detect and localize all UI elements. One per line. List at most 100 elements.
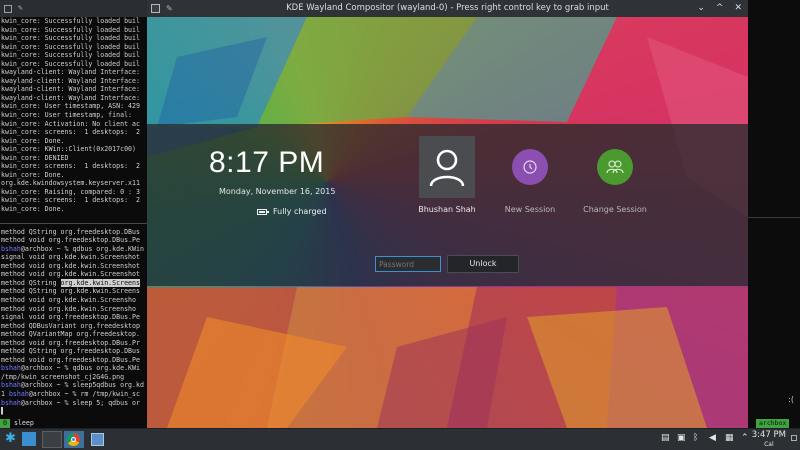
new-session-card[interactable]: New Session [485,136,575,214]
selected-text[interactable]: org.kde.kwin.Screens [60,278,140,287]
right-pane-divider [748,217,800,218]
battery-status: Fully charged [257,207,327,216]
taskbar-date: Cal [764,441,774,448]
close-icon[interactable]: ✕ [734,0,742,17]
prompt-user: bshah [1,244,21,253]
terminal-line: /tmp/kwin_screenshot_cj2G4G.png [1,372,125,381]
battery-status-label: Fully charged [273,207,327,216]
tmux-pane-divider[interactable] [0,222,148,224]
terminal-line: kwayland-client: Wayland Interface: [1,85,140,94]
lock-screen-panel: 8:17 PM Monday, November 16, 2015 Fully … [147,124,748,286]
change-session-label: Change Session [583,205,647,214]
terminal-line: method QString org.freedesktop.DBus [1,227,140,236]
unlock-button[interactable]: Unlock [447,255,519,273]
terminal-line: kwin_core: Activation: No client ac [1,119,140,128]
terminal-line: org.kde.kwindowsystem.keyserver.x11 [1,179,140,188]
bluetooth-icon[interactable]: ᛒ [693,433,702,443]
terminal-line: kwayland-client: Wayland Interface: [1,68,140,77]
change-session-icon [597,149,633,185]
clipboard-icon[interactable]: ▤ [661,433,670,443]
taskbar-clock[interactable]: 3:47 PM Cal [752,430,786,448]
terminal-line: method void org.kde.kwin.Screensho [1,295,136,304]
terminal-line: kwin_core: screens: 1 desktops: 2 [1,196,140,205]
change-session-card[interactable]: Change Session [570,136,660,214]
show-desktop-icon[interactable] [791,435,797,441]
host-tag: archbox [756,419,790,428]
terminal-line: method QString org.freedesktop.DBus [1,347,140,356]
right-terminal-strip[interactable]: :( [748,0,800,428]
system-tray: ▤ ▣ ᛒ ◀ ▦ ⌃ [661,433,750,443]
terminal-line: kwin_core: User timestamp, ASN: 429 [1,102,140,111]
terminal-line: method QDBusVariant org.freedesktop [1,321,140,330]
window-title: KDE Wayland Compositor (wayland-0) - Pre… [286,3,609,13]
terminal-line: method void org.kde.kwin.Screenshot [1,261,140,270]
terminal-line: bshah@archbox ~ % qdbus org.kde.KWin [1,244,144,253]
terminal-line: kwin_core: Successfully loaded buil [1,25,140,34]
terminal-line: signal void org.kde.kwin.Screenshot [1,253,140,262]
terminal-line: method void org.freedesktop.DBus.Pe [1,355,140,364]
lock-date: Monday, November 16, 2015 [219,187,336,196]
tmux-status-bar: 0 sleep [0,419,148,428]
new-session-label: New Session [504,205,556,214]
task-chrome[interactable] [64,431,84,448]
terminal-pane-top[interactable]: kwin_core: Successfully loaded buil kwin_… [0,17,148,214]
terminal-line: method void org.freedesktop.DBus.Pe [1,236,140,245]
tray-expand-icon[interactable]: ⌃ [741,433,750,443]
user-label-bhushan: Bhushan Shah [418,205,476,214]
maximize-icon[interactable]: ^ [716,0,724,17]
change-session-box[interactable] [587,136,643,198]
volume-icon[interactable]: ◀ [709,433,718,443]
kwin-window-icon [91,433,104,446]
lock-clock: 8:17 PM [209,146,325,179]
terminal-pane-bottom[interactable]: method QString org.freedesktop.DBus metho… [0,228,148,416]
desktop-screen: ✎ kwin_core: Successfully loaded buil kwi… [0,0,800,450]
task-terminal[interactable] [42,431,62,448]
password-input[interactable] [375,256,441,272]
device-icon[interactable]: ▣ [677,433,686,443]
app-menu-icon[interactable] [151,4,160,13]
user-avatar-box[interactable] [419,136,475,198]
pager-icon[interactable] [22,432,36,446]
user-card-bhushan[interactable]: Bhushan Shah [402,136,492,214]
terminal-window[interactable]: ✎ kwin_core: Successfully loaded buil kwi… [0,0,148,428]
terminal-line: bshah@archbox ~ % sleep 5; qdbus or [1,398,140,407]
new-session-icon [512,149,548,185]
terminal-line: kwin_core: User timestamp, final: [1,111,136,120]
prompt-user: bshah [8,389,29,398]
terminal-menu-icon[interactable] [4,4,12,13]
terminal-line: kwin_core: Successfully loaded buil [1,42,140,51]
terminal-line: kwin_core: Successfully loaded buil [1,51,140,60]
terminal-line: bshah@archbox ~ % qdbus org.kde.KWi [1,364,140,373]
terminal-line: kwin_core: Successfully loaded buil [1,34,140,43]
terminal-line: kwin_core: Done. [1,205,65,214]
terminal-line: kwayland-client: Wayland Interface: [1,93,140,102]
taskbar: ✱ ▤ ▣ ᛒ ◀ ▦ ⌃ 3:47 PM Cal [0,428,800,450]
pin-icon[interactable]: ✎ [166,0,173,17]
terminal-line: kwin_core: screens: 1 desktops: 2 [1,162,140,171]
terminal-line: kwayland-client: Wayland Interface: [1,76,140,85]
kwin-wayland-window[interactable]: ✎ KDE Wayland Compositor (wayland-0) - P… [147,0,748,428]
new-session-box[interactable] [502,136,558,198]
user-avatar-icon [429,149,465,187]
taskbar-time: 3:47 PM [751,430,786,440]
terminal-line: kwin_core: DENIED [1,153,69,162]
terminal-line: kwin_core: KWin::Client(0x2017c00) [1,145,136,154]
pin-icon[interactable]: ✎ [18,4,23,13]
network-icon[interactable]: ▦ [725,433,734,443]
terminal-line: method QVariantMap org.freedesktop. [1,330,140,339]
task-kwin[interactable] [88,431,108,448]
terminal-line: bshah@archbox ~ % sleep5qdbus org.kd [1,381,144,390]
tmux-window-number[interactable]: 0 [0,419,10,428]
minimize-icon[interactable]: ⌄ [697,0,705,17]
tmux-window-name[interactable]: sleep [14,419,34,427]
terminal-titlebar[interactable]: ✎ [0,0,148,17]
application-launcher-icon[interactable]: ✱ [5,432,19,446]
terminal-line: method QString org.kde.kwin.Screens [1,278,140,287]
terminal-line: method QString org.kde.kwin.Screens [1,287,140,296]
terminal-line: kwin_core: Raising, compared: 0 : 3 [1,187,140,196]
terminal-line: method void org.kde.kwin.Screenshot [1,270,140,279]
status-dots: :( [788,395,794,404]
terminal-line: ▌ [1,407,5,416]
terminal-line: kwin_core: Successfully loaded buil [1,17,140,25]
kwin-titlebar[interactable]: ✎ KDE Wayland Compositor (wayland-0) - P… [147,0,748,17]
